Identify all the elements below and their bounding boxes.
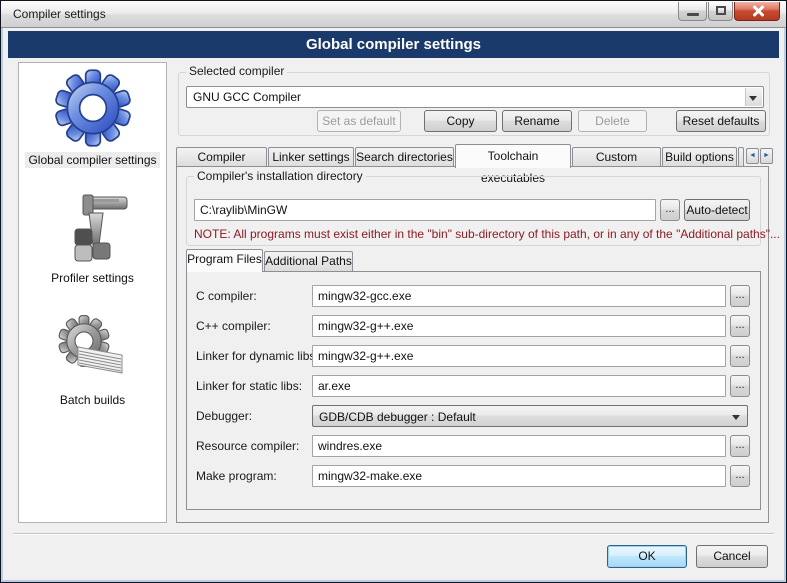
footer-separator [13,533,774,535]
compiler-select[interactable]: GNU GCC Compiler [186,86,764,108]
static-linker-input[interactable] [312,375,726,397]
dynamic-linker-input[interactable] [312,345,726,367]
maximize-icon [716,6,726,15]
installation-directory-input[interactable] [194,199,656,221]
bin-subdirectory-note: NOTE: All programs must exist either in … [194,227,780,241]
titlebar[interactable]: Compiler settings [1,1,786,28]
tab-scroll-right-button[interactable]: ► [760,148,773,164]
dropdown-arrow-icon[interactable] [745,88,762,106]
caliper-icon[interactable] [19,187,166,272]
make-program-input[interactable] [312,465,726,487]
delete-button[interactable]: Delete [578,110,647,132]
selected-compiler-group-label: Selected compiler [186,64,287,78]
blue-gear-icon[interactable] [19,69,166,152]
compiler-settings-dialog: Compiler settings Global compiler settin… [0,0,787,583]
dynamic-linker-label: Linker for dynamic libs: [196,349,319,363]
c-compiler-browse-button[interactable]: ... [730,285,750,307]
reset-defaults-button[interactable]: Reset defaults [676,110,766,132]
make-program-browse-button[interactable]: ... [730,465,750,487]
debugger-label: Debugger: [196,409,252,423]
tab-compiler-settings[interactable]: Compiler settings [176,147,267,167]
tab-scroll-left-button[interactable]: ◄ [746,148,759,164]
set-as-default-button[interactable]: Set as default [317,110,401,132]
static-linker-browse-button[interactable]: ... [730,375,750,397]
static-linker-label: Linker for static libs: [196,379,302,393]
browse-directory-button[interactable]: ... [660,199,680,221]
settings-category-list: Global compiler settings [18,62,167,523]
rename-button[interactable]: Rename [502,110,572,132]
window-title: Compiler settings [13,7,106,21]
dynamic-linker-browse-button[interactable]: ... [730,345,750,367]
make-program-label: Make program: [196,469,277,483]
close-icon [752,5,764,17]
debugger-select-value: GDB/CDB debugger : Default [319,410,476,424]
cancel-button[interactable]: Cancel [696,545,768,568]
tab-custom-variables[interactable]: Custom variables [572,147,661,167]
sidebar-item-global-compiler-settings[interactable]: Global compiler settings [19,153,166,167]
tab-partial[interactable] [738,147,744,167]
tab-search-directories[interactable]: Search directories [355,147,454,167]
c-compiler-label: C compiler: [196,289,257,303]
sidebar-item-batch-builds[interactable]: Batch builds [19,393,166,407]
minimize-button[interactable] [678,2,707,21]
page-title: Global compiler settings [8,31,779,58]
cpp-compiler-label: C++ compiler: [196,319,271,333]
maximize-button[interactable] [708,2,733,21]
resource-compiler-label: Resource compiler: [196,439,299,453]
cpp-compiler-input[interactable] [312,315,726,337]
ok-button[interactable]: OK [607,545,687,568]
close-button[interactable] [734,2,780,21]
cpp-compiler-browse-button[interactable]: ... [730,315,750,337]
tab-linker-settings[interactable]: Linker settings [268,147,354,167]
subtab-program-files[interactable]: Program Files [186,249,263,272]
debugger-select[interactable]: GDB/CDB debugger : Default [312,405,748,427]
compiler-select-value: GNU GCC Compiler [193,90,301,104]
minimize-icon [687,13,699,16]
resource-compiler-browse-button[interactable]: ... [730,435,750,457]
tab-build-options[interactable]: Build options [662,147,737,167]
resource-compiler-input[interactable] [312,435,726,457]
auto-detect-button[interactable]: Auto-detect [684,199,750,221]
installation-directory-group-label: Compiler's installation directory [194,169,366,183]
c-compiler-input[interactable] [312,285,726,307]
dropdown-arrow-icon [732,415,740,420]
copy-button[interactable]: Copy [424,110,497,132]
gray-gear-stack-icon[interactable] [19,313,166,392]
tab-toolchain-executables[interactable]: Toolchain executables [455,144,571,168]
subtab-additional-paths[interactable]: Additional Paths [264,251,353,271]
sidebar-item-profiler-settings[interactable]: Profiler settings [19,271,166,285]
